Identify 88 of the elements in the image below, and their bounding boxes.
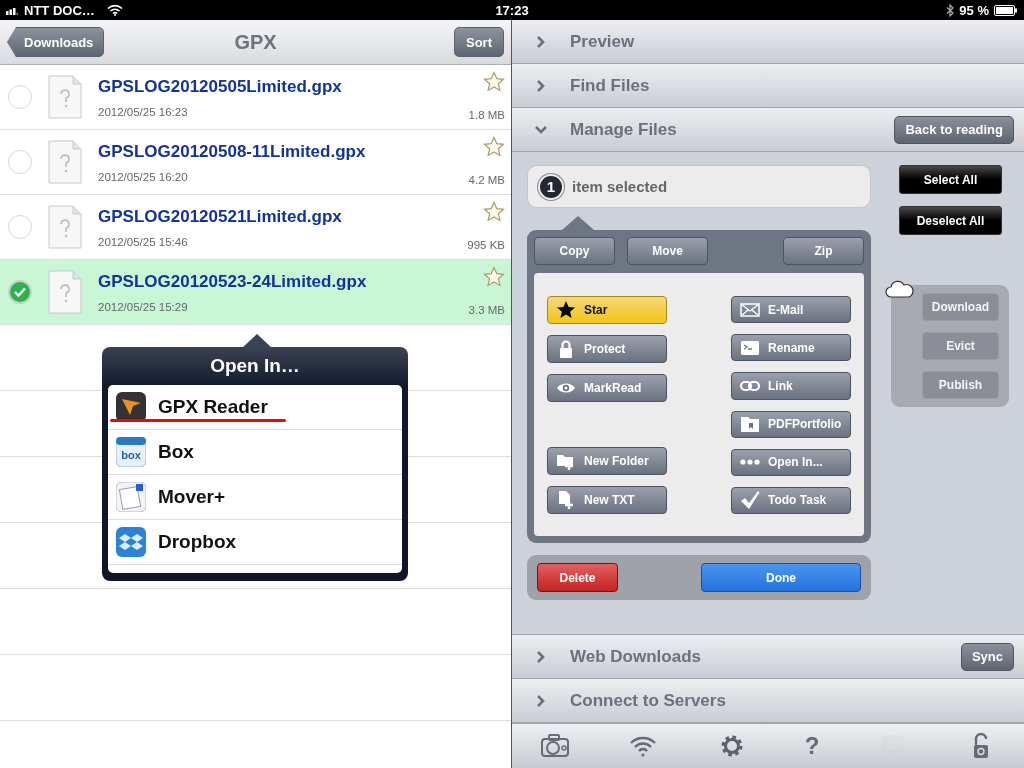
file-row[interactable]: GPSLOG20120505Limited.gpx 2012/05/25 16:23 1.8 MB xyxy=(0,65,511,130)
section-title: Connect to Servers xyxy=(570,690,726,711)
app-list-item[interactable]: Dropbox xyxy=(108,520,402,565)
app-list-item[interactable]: box Box xyxy=(108,430,402,475)
file-size: 3.3 MB xyxy=(468,304,505,316)
file-operation-button[interactable]: Copy xyxy=(534,237,615,265)
wifi-icon xyxy=(106,4,123,16)
file-date: 2012/05/25 16:20 xyxy=(98,170,188,183)
checkmark-icon xyxy=(740,490,760,511)
bluetooth-icon xyxy=(946,3,955,17)
star-outline-icon[interactable] xyxy=(483,201,505,222)
action-button[interactable]: PDFPortfolio xyxy=(731,410,851,438)
selection-circle[interactable] xyxy=(8,150,32,174)
app-list-item[interactable]: Mover+ xyxy=(108,475,402,520)
star-icon xyxy=(556,300,576,320)
selection-button[interactable]: Deselect All xyxy=(899,206,1002,235)
selected-count-badge: 1 xyxy=(538,173,564,200)
action-button[interactable]: Star xyxy=(547,296,667,324)
app-list-item[interactable]: GPX Reader xyxy=(108,385,402,430)
file-name: GPSLOG20120508-11Limited.gpx xyxy=(98,141,367,162)
star-outline-icon[interactable] xyxy=(483,266,505,287)
sort-button[interactable]: Sort xyxy=(454,27,504,57)
selection-button[interactable]: Select All xyxy=(899,165,1002,194)
checkmark-icon xyxy=(14,287,26,297)
section-header[interactable]: Find Files xyxy=(512,64,1024,108)
checked-circle[interactable] xyxy=(8,280,32,304)
section-button[interactable]: Back to reading xyxy=(894,115,1014,144)
clock-time: 17:23 xyxy=(495,2,529,18)
delete-button[interactable]: Delete xyxy=(537,563,618,592)
selection-circle[interactable] xyxy=(8,215,32,239)
section-header[interactable]: Preview xyxy=(512,20,1024,64)
folder-icon xyxy=(740,414,760,435)
dots-icon xyxy=(740,459,760,466)
unknown-file-icon xyxy=(48,140,82,184)
unknown-file-icon xyxy=(48,270,82,314)
carrier-name: NTT DOC… xyxy=(24,2,95,18)
cloud-icon xyxy=(885,279,915,299)
action-button[interactable]: Protect xyxy=(547,335,667,363)
done-button[interactable]: Done xyxy=(701,563,861,592)
file-operation-button[interactable]: Zip xyxy=(783,237,864,265)
section-button[interactable]: Sync xyxy=(960,642,1014,671)
file-operation-button[interactable]: Move xyxy=(627,237,708,265)
camera-icon[interactable] xyxy=(540,732,570,760)
file-row[interactable]: GPSLOG20120508-11Limited.gpx 2012/05/25 16:20 4.2 MB xyxy=(0,130,511,195)
file-size: 995 KB xyxy=(467,239,505,251)
file-plus-icon xyxy=(556,490,576,510)
file-row[interactable]: GPSLOG20120523-24Limited.gpx 2012/05/25 15:29 3.3 MB xyxy=(0,260,511,325)
file-name: GPSLOG20120521Limited.gpx xyxy=(98,206,343,227)
arrow-app-icon xyxy=(116,392,146,422)
action-button[interactable]: New Folder xyxy=(547,447,667,475)
section-title: Web Downloads xyxy=(570,646,701,667)
action-button[interactable]: New TXT xyxy=(547,486,667,514)
file-name: GPSLOG20120505Limited.gpx xyxy=(98,76,343,97)
action-button[interactable]: Rename xyxy=(731,334,851,362)
file-name: GPSLOG20120523-24Limited.gpx xyxy=(98,271,368,292)
file-size: 4.2 MB xyxy=(468,174,505,186)
section-title: Preview xyxy=(570,31,635,52)
back-button[interactable]: Downloads xyxy=(7,27,105,57)
section-header[interactable]: Web Downloads Sync xyxy=(512,635,1024,679)
star-outline-icon[interactable] xyxy=(483,136,505,157)
action-button[interactable]: Link xyxy=(731,372,851,400)
battery-icon xyxy=(994,4,1018,16)
open-box-app-icon xyxy=(116,527,146,557)
folder-title: GPX xyxy=(234,30,277,53)
section-header[interactable]: Manage Files Back to reading xyxy=(512,108,1024,152)
unknown-file-icon xyxy=(48,205,82,249)
action-button[interactable]: Todo Task xyxy=(731,486,851,515)
unknown-file-icon xyxy=(48,75,82,119)
battery-percent: 95 % xyxy=(959,2,989,18)
popover-pointer xyxy=(242,334,272,348)
action-button[interactable]: E-Mail xyxy=(731,296,851,324)
section-title: Find Files xyxy=(570,75,650,96)
star-outline-icon[interactable] xyxy=(483,71,505,92)
file-size: 1.8 MB xyxy=(468,109,505,121)
action-button[interactable]: MarkRead xyxy=(547,374,667,402)
file-date: 2012/05/25 15:29 xyxy=(98,300,188,313)
signal-icon xyxy=(6,5,20,15)
section-title: Manage Files xyxy=(570,119,677,140)
selection-label: item selected xyxy=(572,178,668,195)
box-app-icon: box xyxy=(116,437,146,467)
file-date: 2012/05/25 16:23 xyxy=(98,105,188,118)
selection-circle[interactable] xyxy=(8,85,32,109)
stacked-pages-app-icon xyxy=(116,482,146,512)
file-date: 2012/05/25 15:46 xyxy=(98,235,188,248)
section-header[interactable]: Connect to Servers xyxy=(512,679,1024,723)
popover-title: Open In… xyxy=(210,355,300,376)
action-button[interactable]: Open In... xyxy=(731,448,851,476)
help-glyph[interactable]: ? xyxy=(804,732,820,760)
